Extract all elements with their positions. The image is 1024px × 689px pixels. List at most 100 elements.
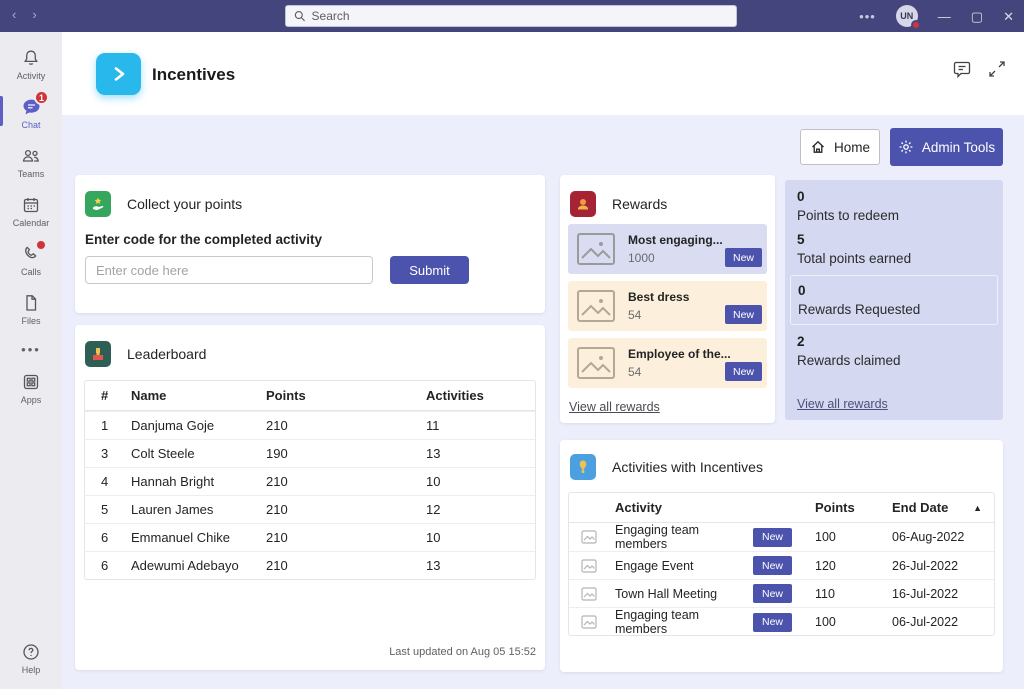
rail-item-calls[interactable]: Calls: [0, 236, 62, 285]
nav-forward-icon[interactable]: ›: [32, 7, 36, 22]
image-placeholder-icon: [581, 530, 597, 544]
rail-label: Files: [21, 316, 40, 326]
sort-ascending-icon[interactable]: ▲: [973, 503, 982, 513]
rail-label: Apps: [21, 395, 42, 405]
leaderboard-icon: [85, 341, 111, 367]
leaderboard-header-row: # Name Points Activities: [85, 381, 535, 411]
teams-icon: [20, 146, 42, 166]
image-placeholder-icon: [576, 346, 616, 380]
code-input[interactable]: [85, 256, 373, 284]
bell-icon: [21, 48, 41, 68]
feedback-icon[interactable]: [952, 59, 972, 79]
avatar[interactable]: UN: [896, 5, 918, 27]
image-placeholder-icon: [576, 289, 616, 323]
new-badge: New: [725, 248, 762, 267]
teams-window: ‹ › ••• UN — ▢ ✕ Activity 1 Chat: [0, 0, 1024, 689]
titlebar-more-icon[interactable]: •••: [859, 9, 876, 24]
rail-label: Calendar: [13, 218, 50, 228]
nav-back-icon[interactable]: ‹: [12, 7, 16, 22]
stat-rewards-requested: 0 Rewards Requested: [790, 275, 998, 325]
leaderboard-row: 6Emmanuel Chike21010: [85, 523, 535, 551]
new-badge: New: [725, 362, 762, 381]
help-icon: [21, 642, 41, 662]
points-summary-panel: 0 Points to redeem 5 Total points earned…: [785, 180, 1003, 420]
apps-grid-icon: [21, 372, 41, 392]
stat-rewards-claimed: 2 Rewards claimed: [797, 334, 991, 368]
rail-label: Calls: [21, 267, 41, 277]
rewards-title: Rewards: [612, 196, 667, 212]
view-all-rewards-link[interactable]: View all rewards: [797, 397, 888, 411]
image-placeholder-icon: [581, 587, 597, 601]
enter-code-prompt: Enter code for the completed activity: [85, 232, 535, 247]
calls-notification-dot: [37, 241, 45, 249]
new-badge: New: [753, 556, 792, 575]
new-badge: New: [753, 584, 792, 603]
activities-header-row: Activity Points End Date ▲: [569, 493, 994, 523]
stat-total-points-earned: 5 Total points earned: [797, 232, 991, 266]
search-box[interactable]: [285, 5, 737, 27]
minimize-button[interactable]: —: [938, 10, 951, 23]
avatar-initials: UN: [900, 11, 913, 21]
activity-row[interactable]: Engaging team members New 100 06-Aug-202…: [569, 523, 994, 551]
collect-points-title: Collect your points: [127, 196, 242, 212]
home-icon: [810, 139, 826, 155]
activities-card: Activities with Incentives Activity Poin…: [560, 440, 1003, 672]
image-placeholder-icon: [581, 559, 597, 573]
rail-more-icon[interactable]: •••: [0, 334, 62, 364]
new-badge: New: [753, 528, 792, 547]
stat-points-to-redeem: 0 Points to redeem: [797, 189, 991, 223]
gear-icon: [898, 139, 914, 155]
leaderboard-row: 3Colt Steele19013: [85, 439, 535, 467]
search-icon: [294, 10, 306, 22]
activities-title: Activities with Incentives: [612, 459, 763, 475]
app-rail: Activity 1 Chat Teams Calendar Calls Fil…: [0, 32, 62, 689]
image-placeholder-icon: [581, 615, 597, 629]
collect-points-icon: [85, 191, 111, 217]
image-placeholder-icon: [576, 232, 616, 266]
leaderboard-card: Leaderboard # Name Points Activities 1Da…: [75, 325, 545, 670]
incentives-app-icon: [96, 53, 141, 95]
new-badge: New: [753, 613, 792, 632]
activities-icon: [570, 454, 596, 480]
last-updated-text: Last updated on Aug 05 15:52: [389, 646, 536, 658]
activities-table: Activity Points End Date ▲ Engaging team…: [568, 492, 995, 636]
presence-busy-dot: [911, 20, 921, 30]
reward-item[interactable]: Best dress 54 New: [568, 281, 767, 331]
submit-button[interactable]: Submit: [390, 256, 469, 284]
rewards-icon: [570, 191, 596, 217]
rail-item-teams[interactable]: Teams: [0, 138, 62, 187]
chevron-right-icon: [111, 65, 127, 83]
search-input[interactable]: [312, 9, 728, 23]
rewards-card: Rewards Most engaging... 1000 New Best d…: [560, 175, 775, 423]
expand-icon[interactable]: [988, 60, 1006, 78]
rail-item-files[interactable]: Files: [0, 285, 62, 334]
rail-label: Teams: [18, 169, 45, 179]
rail-item-calendar[interactable]: Calendar: [0, 187, 62, 236]
rail-item-chat[interactable]: 1 Chat: [0, 89, 62, 138]
rail-item-apps[interactable]: Apps: [0, 364, 62, 413]
titlebar: ‹ › ••• UN — ▢ ✕: [0, 0, 1024, 32]
activity-row[interactable]: Engaging team members New 100 06-Jul-202…: [569, 607, 994, 635]
admin-tools-button[interactable]: Admin Tools: [890, 128, 1003, 166]
maximize-button[interactable]: ▢: [971, 10, 983, 23]
rail-item-activity[interactable]: Activity: [0, 40, 62, 89]
close-button[interactable]: ✕: [1003, 10, 1014, 23]
activity-row[interactable]: Town Hall Meeting New 110 16-Jul-2022: [569, 579, 994, 607]
rail-item-help[interactable]: Help: [0, 634, 62, 683]
calendar-icon: [21, 195, 41, 215]
leaderboard-row: 6Adewumi Adebayo21013: [85, 551, 535, 579]
rail-label: Help: [22, 665, 41, 675]
leaderboard-row: 5Lauren James21012: [85, 495, 535, 523]
leaderboard-row: 1Danjuma Goje21011: [85, 411, 535, 439]
activity-row[interactable]: Engage Event New 120 26-Jul-2022: [569, 551, 994, 579]
collect-points-card: Collect your points Enter code for the c…: [75, 175, 545, 313]
leaderboard-title: Leaderboard: [127, 346, 206, 362]
home-button[interactable]: Home: [800, 129, 880, 165]
leaderboard-row: 4Hannah Bright21010: [85, 467, 535, 495]
reward-item[interactable]: Employee of the... 54 New: [568, 338, 767, 388]
new-badge: New: [725, 305, 762, 324]
view-all-rewards-link[interactable]: View all rewards: [569, 400, 660, 414]
reward-item[interactable]: Most engaging... 1000 New: [568, 224, 767, 274]
page-header: Incentives: [62, 32, 1024, 115]
chat-unread-badge: 1: [34, 90, 49, 105]
